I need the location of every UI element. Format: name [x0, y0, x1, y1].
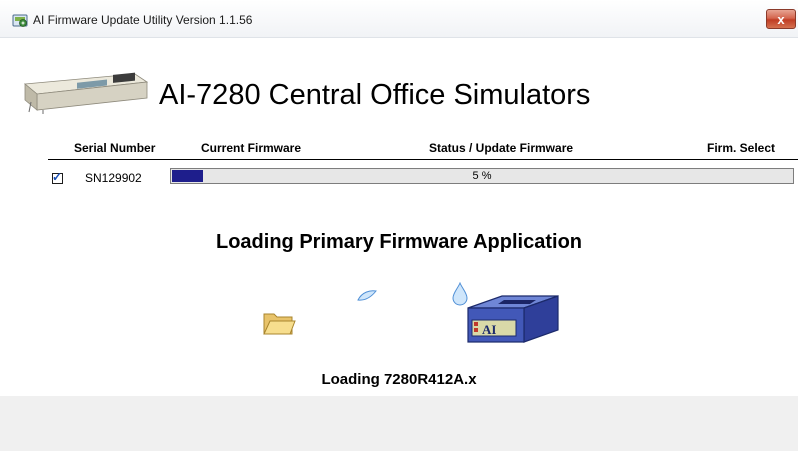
ai-device-icon: AI [467, 295, 559, 343]
data-drop-icon [357, 290, 377, 301]
app-icon [12, 14, 28, 27]
svg-text:AI: AI [482, 322, 496, 337]
serial-number-value: SN129902 [85, 171, 142, 185]
column-header-firm-select: Firm. Select [707, 141, 776, 155]
checkmark-icon: ✓ [52, 170, 63, 184]
loading-heading: Loading Primary Firmware Application [216, 231, 582, 253]
footer-panel [0, 396, 798, 451]
update-progress-bar: 5 % [170, 168, 794, 184]
title-bar[interactable]: AI Firmware Update Utility Version 1.1.5… [0, 0, 798, 38]
window-title: AI Firmware Update Utility Version 1.1.5… [33, 13, 253, 27]
folder-icon [263, 313, 296, 335]
header-divider [48, 159, 798, 160]
close-button[interactable]: x [766, 9, 796, 29]
device-select-checkbox[interactable]: ✓ [52, 170, 63, 184]
column-header-status-update-firmware: Status / Update Firmware [429, 141, 574, 155]
loading-file-text: Loading 7280R412A.x [321, 371, 477, 388]
device-image [24, 72, 149, 114]
product-title: AI-7280 Central Office Simulators [159, 79, 591, 111]
app-window: AI Firmware Update Utility Version 1.1.5… [0, 0, 798, 451]
column-header-serial-number: Serial Number [74, 141, 156, 155]
progress-percent-text: 5 % [472, 170, 492, 182]
column-header-current-firmware: Current Firmware [201, 141, 302, 155]
